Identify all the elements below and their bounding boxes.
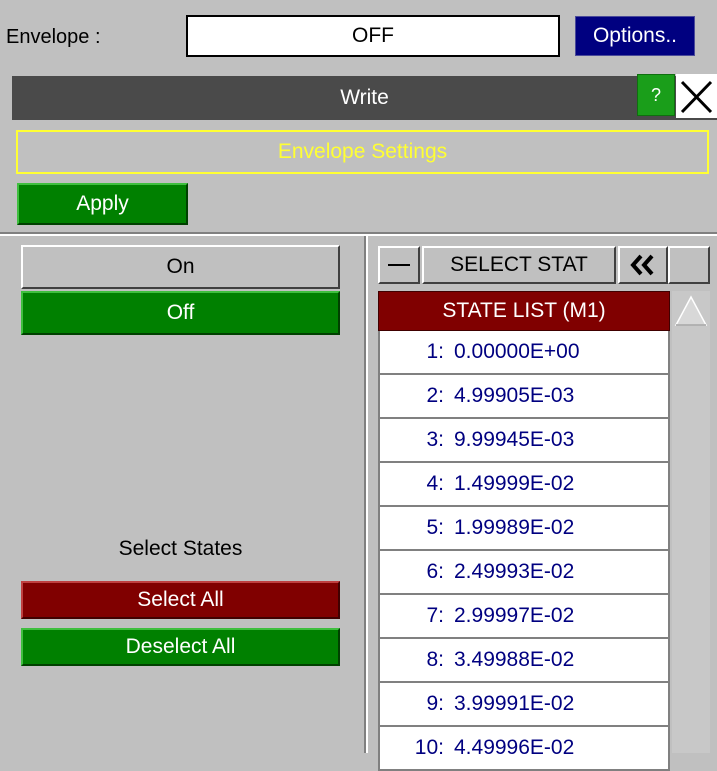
state-list-item[interactable]: 10: 4.49996E-02 bbox=[378, 727, 670, 771]
minus-button[interactable] bbox=[378, 246, 420, 284]
on-button[interactable]: On bbox=[21, 245, 340, 289]
panel-title-bar: Write bbox=[12, 76, 717, 120]
state-list-item[interactable]: 4: 1.49999E-02 bbox=[378, 463, 670, 507]
state-value: 9.99945E-03 bbox=[454, 428, 575, 451]
state-index: 4: bbox=[426, 472, 444, 495]
state-value: 4.49996E-02 bbox=[454, 736, 575, 759]
select-states-label: Select States bbox=[118, 537, 243, 560]
state-list-item[interactable]: 2: 4.99905E-03 bbox=[378, 375, 670, 419]
close-icon[interactable] bbox=[676, 74, 717, 118]
state-value: 1.99989E-02 bbox=[454, 516, 575, 539]
select-stat-button[interactable]: SELECT STAT bbox=[422, 246, 616, 284]
state-list-header: STATE LIST (M1) bbox=[378, 291, 670, 331]
triangle-up-icon[interactable] bbox=[672, 291, 710, 331]
state-list-item[interactable]: 6: 2.49993E-02 bbox=[378, 551, 670, 595]
state-value: 4.99905E-03 bbox=[454, 384, 575, 407]
help-button[interactable]: ? bbox=[637, 74, 675, 116]
envelope-value-field[interactable]: OFF bbox=[186, 15, 560, 57]
state-value: 3.49988E-02 bbox=[454, 648, 575, 671]
state-list-item[interactable]: 7: 2.99997E-02 bbox=[378, 595, 670, 639]
state-value: 3.99991E-02 bbox=[454, 692, 575, 715]
state-value: 1.49999E-02 bbox=[454, 472, 575, 495]
options-button[interactable]: Options.. bbox=[575, 16, 695, 56]
state-index: 10: bbox=[414, 736, 444, 759]
state-value: 0.00000E+00 bbox=[454, 340, 580, 363]
state-value: 2.99997E-02 bbox=[454, 604, 575, 627]
horizontal-divider bbox=[0, 232, 717, 236]
state-list-item[interactable]: 1: 0.00000E+00 bbox=[378, 331, 670, 375]
double-chevron-left-icon bbox=[630, 254, 654, 276]
state-list: 1: 0.00000E+00 2: 4.99905E-03 3: 9.99945E-03 4… bbox=[378, 331, 670, 771]
vertical-divider bbox=[364, 236, 368, 753]
panel-title: Write bbox=[340, 86, 389, 109]
state-list-item[interactable]: 5: 1.99989E-02 bbox=[378, 507, 670, 551]
collapse-button[interactable] bbox=[618, 246, 668, 284]
state-list-item[interactable]: 8: 3.49988E-02 bbox=[378, 639, 670, 683]
state-value: 2.49993E-02 bbox=[454, 560, 575, 583]
select-all-button[interactable]: Select All bbox=[21, 581, 340, 619]
state-list-item[interactable]: 3: 9.99945E-03 bbox=[378, 419, 670, 463]
off-button[interactable]: Off bbox=[21, 291, 340, 335]
state-index: 1: bbox=[426, 340, 444, 363]
expand-button[interactable] bbox=[668, 246, 710, 284]
deselect-all-button[interactable]: Deselect All bbox=[21, 628, 340, 666]
state-list-item[interactable]: 9: 3.99991E-02 bbox=[378, 683, 670, 727]
state-index: 8: bbox=[426, 648, 444, 671]
state-index: 6: bbox=[426, 560, 444, 583]
state-index: 5: bbox=[426, 516, 444, 539]
minus-icon bbox=[388, 264, 410, 266]
state-index: 3: bbox=[426, 428, 444, 451]
apply-button[interactable]: Apply bbox=[17, 183, 188, 225]
envelope-label: Envelope : bbox=[6, 26, 101, 48]
state-index: 7: bbox=[426, 604, 444, 627]
state-index: 9: bbox=[426, 692, 444, 715]
state-index: 2: bbox=[426, 384, 444, 407]
envelope-settings-button[interactable]: Envelope Settings bbox=[16, 130, 709, 174]
state-list-scrollbar[interactable] bbox=[672, 291, 710, 753]
